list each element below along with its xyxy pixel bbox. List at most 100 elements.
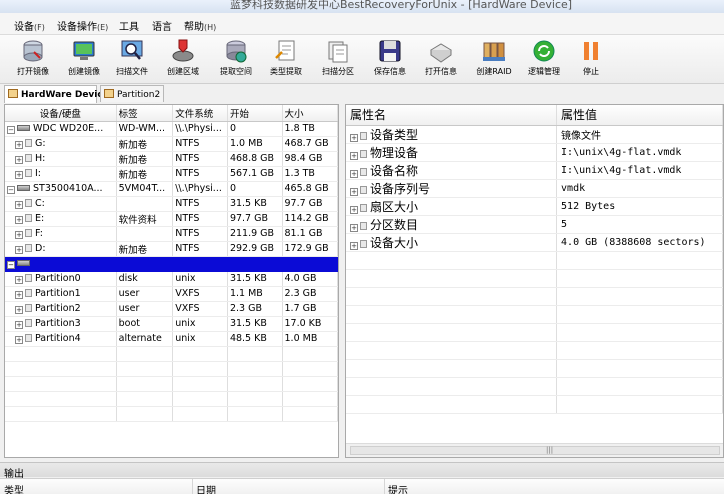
device-name: ST3500410A... <box>33 183 103 194</box>
expand-icon[interactable]: + <box>15 201 23 209</box>
empty-row <box>5 391 338 407</box>
toolbar-button-7[interactable]: 保存信息 <box>367 37 413 81</box>
expand-icon[interactable]: + <box>350 151 358 160</box>
horizontal-scrollbar[interactable]: ||| <box>346 443 723 457</box>
toolbar-button-11[interactable]: 停止 <box>568 37 614 81</box>
open-info-icon <box>428 38 454 64</box>
expand-icon[interactable]: + <box>15 276 23 284</box>
empty-cell <box>346 323 558 342</box>
expand-icon[interactable]: + <box>350 241 358 250</box>
expand-icon[interactable]: + <box>350 133 358 142</box>
expand-icon[interactable]: + <box>15 246 23 254</box>
table-row[interactable]: + Partition0 disk unix 31.5 KB 4.0 GB <box>5 271 338 287</box>
table-row[interactable]: + Partition1 user VXFS 1.1 MB 2.3 GB <box>5 286 338 302</box>
toolbar-button-5[interactable]: 类型提取 <box>263 37 309 81</box>
collapse-icon[interactable]: − <box>7 186 15 194</box>
column-header[interactable]: 标签 <box>116 105 174 122</box>
table-row[interactable]: + C: NTFS 31.5 KB 97.7 GB <box>5 196 338 212</box>
menu-item-3[interactable]: 语言 <box>152 18 172 33</box>
property-row[interactable]: + 设备名称 I:\unix\4g-flat.vmdk <box>346 161 723 180</box>
output-col-type[interactable]: 类型 <box>4 482 24 494</box>
collapse-icon[interactable]: − <box>7 126 15 134</box>
table-row[interactable]: + H: 新加卷 NTFS 468.8 GB 98.4 GB <box>5 151 338 167</box>
table-row[interactable]: − <box>5 256 338 272</box>
toolbar-button-1[interactable]: 创建镜像 <box>61 37 107 81</box>
property-row[interactable]: + 设备类型 镜像文件 <box>346 125 723 144</box>
menu-item-4[interactable]: 帮助(H) <box>184 18 216 33</box>
empty-cell <box>346 341 558 360</box>
menu-item-0[interactable]: 设备(F) <box>14 18 45 33</box>
toolbar-button-8[interactable]: 打开信息 <box>418 37 464 81</box>
column-header[interactable]: 属性值 <box>556 105 723 126</box>
column-header[interactable]: 开始 <box>227 105 283 122</box>
expand-icon[interactable]: + <box>15 171 23 179</box>
output-column-header: 类型 日期 提示 <box>0 478 724 494</box>
save-icon <box>377 38 403 64</box>
expand-icon[interactable]: + <box>15 291 23 299</box>
device-name-cell: + E: <box>5 211 117 227</box>
expand-icon[interactable]: + <box>350 169 358 178</box>
table-row[interactable]: − WDC WD20E... WD-WM... \\.\Physi... 0 1.8 TB <box>5 121 338 137</box>
expand-icon[interactable]: + <box>15 336 23 344</box>
tab-partition2[interactable]: Partition2 <box>100 85 164 102</box>
empty-cell <box>282 346 338 362</box>
table-row[interactable]: + Partition4 alternate unix 48.5 KB 1.0 MB <box>5 331 338 347</box>
device-table: 设备/硬盘 标签 文件系统 开始 大小 − WDC WD20E... WD-WM... \\.… <box>5 105 338 422</box>
menu-item-1[interactable]: 设备操作(E) <box>57 18 108 33</box>
expand-icon[interactable]: + <box>350 187 358 196</box>
empty-cell <box>227 361 283 377</box>
device-fs-cell <box>172 256 228 272</box>
table-row[interactable]: + Partition3 boot unix 31.5 KB 17.0 KB <box>5 316 338 332</box>
empty-cell <box>116 361 174 377</box>
toolbar-button-6[interactable]: 扫描分区 <box>315 37 361 81</box>
table-row[interactable]: + E: 软件资料 NTFS 97.7 GB 114.2 GB <box>5 211 338 227</box>
toolbar-button-2[interactable]: 扫描文件 <box>109 37 155 81</box>
table-row[interactable]: + D: 新加卷 NTFS 292.9 GB 172.9 GB <box>5 241 338 257</box>
empty-cell <box>282 391 338 407</box>
tab-hardware-device[interactable]: HardWare Device <box>4 85 109 103</box>
expand-icon[interactable]: + <box>15 306 23 314</box>
property-row[interactable]: + 分区数目 5 <box>346 215 723 234</box>
collapse-icon[interactable]: − <box>7 261 15 269</box>
expand-icon[interactable]: + <box>15 141 23 149</box>
toolbar-button-10[interactable]: 逻辑管理 <box>521 37 567 81</box>
table-row[interactable]: + G: 新加卷 NTFS 1.0 MB 468.7 GB <box>5 136 338 152</box>
expand-icon[interactable]: + <box>350 205 358 214</box>
toolbar-button-9[interactable]: 创建RAID <box>471 37 517 81</box>
device-start-cell: 31.5 KB <box>227 196 283 212</box>
hard-disk-icon <box>17 185 30 191</box>
menu-item-2[interactable]: 工具 <box>119 18 139 33</box>
expand-icon[interactable]: + <box>15 321 23 329</box>
device-fs-cell: NTFS <box>172 136 228 152</box>
menu-label: 设备操作 <box>57 22 97 33</box>
table-row[interactable]: + Partition2 user VXFS 2.3 GB 1.7 GB <box>5 301 338 317</box>
output-col-date[interactable]: 日期 <box>196 482 216 494</box>
table-row[interactable]: + I: 新加卷 NTFS 567.1 GB 1.3 TB <box>5 166 338 182</box>
partition-icon <box>25 169 32 177</box>
expand-icon[interactable]: + <box>15 231 23 239</box>
column-header[interactable]: 大小 <box>282 105 338 122</box>
create-region-icon <box>170 38 196 64</box>
toolbar-button-4[interactable]: 提取空间 <box>213 37 259 81</box>
column-header[interactable]: 文件系统 <box>172 105 228 122</box>
property-row[interactable]: + 扇区大小 512 Bytes <box>346 197 723 216</box>
device-size-cell: 468.7 GB <box>282 136 338 152</box>
toolbar-button-3[interactable]: 创建区域 <box>160 37 206 81</box>
column-header[interactable]: 属性名 <box>346 105 558 126</box>
property-row[interactable]: + 设备大小 4.0 GB (8388608 sectors) <box>346 233 723 252</box>
toolbar-button-0[interactable]: 打开镜像 <box>10 37 56 81</box>
expand-icon[interactable]: + <box>15 216 23 224</box>
output-col-hint[interactable]: 提示 <box>388 482 408 494</box>
device-name-cell: + Partition0 <box>5 271 117 287</box>
expand-icon[interactable]: + <box>350 223 358 232</box>
scrollbar-thumb[interactable] <box>350 446 720 455</box>
table-row[interactable]: − ST3500410A... 5VM04T... \\.\Physi... 0 465.… <box>5 181 338 197</box>
table-row[interactable]: + F: NTFS 211.9 GB 81.1 GB <box>5 226 338 242</box>
property-row[interactable]: + 物理设备 I:\unix\4g-flat.vmdk <box>346 143 723 162</box>
expand-icon[interactable]: + <box>15 156 23 164</box>
menu-label: 工具 <box>119 22 139 33</box>
property-name-cell: + 扇区大小 <box>346 197 558 216</box>
toolbar-label: 停止 <box>583 67 599 76</box>
property-row[interactable]: + 设备序列号 vmdk <box>346 179 723 198</box>
column-header[interactable]: 设备/硬盘 <box>5 105 117 122</box>
